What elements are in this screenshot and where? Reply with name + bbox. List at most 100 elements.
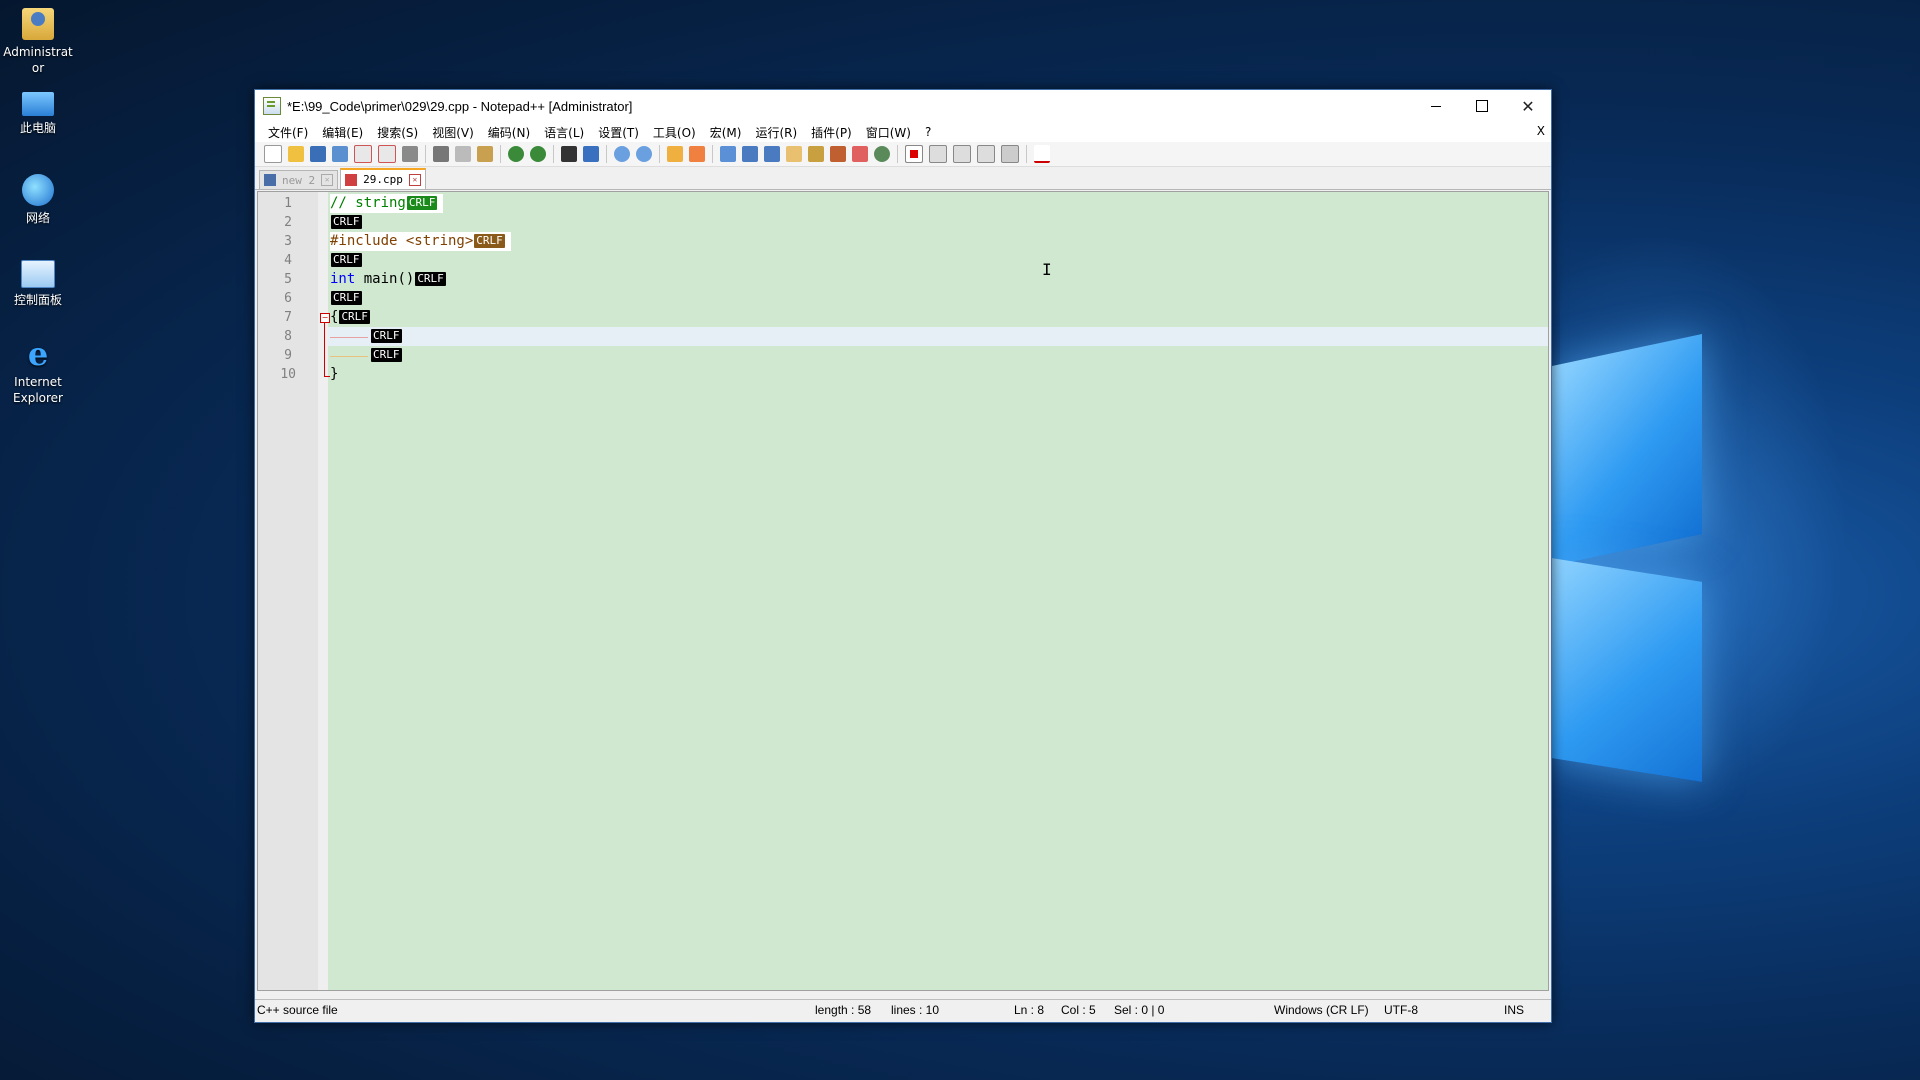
line-number: 2 — [284, 215, 292, 230]
menu-view[interactable]: 视图(V) — [425, 124, 481, 141]
monitoring-icon[interactable] — [874, 146, 890, 162]
copy-icon[interactable] — [455, 146, 471, 162]
close-all-icon[interactable] — [378, 145, 396, 163]
save-macro-icon[interactable] — [1001, 145, 1019, 163]
close-file-icon[interactable] — [354, 145, 372, 163]
user-language-icon[interactable] — [786, 146, 802, 162]
tab-bar: new 2 ✕ 29.cpp ✕ — [255, 167, 1551, 190]
menu-macro[interactable]: 宏(M) — [703, 124, 749, 141]
cut-icon[interactable] — [433, 146, 449, 162]
run-macro-multiple-icon[interactable] — [977, 145, 995, 163]
text-cursor-icon: I — [1042, 260, 1052, 279]
code-line-5: int main() CRLF — [330, 271, 446, 287]
tab-29-cpp[interactable]: 29.cpp ✕ — [340, 168, 426, 189]
record-macro-icon[interactable] — [905, 145, 923, 163]
function-list-icon[interactable] — [830, 146, 846, 162]
menu-search[interactable]: 搜索(S) — [370, 124, 425, 141]
close-button[interactable]: ✕ — [1505, 90, 1551, 122]
menu-settings[interactable]: 设置(T) — [591, 124, 646, 141]
folder-as-workspace-icon[interactable] — [852, 146, 868, 162]
notepadpp-window: *E:\99_Code\primer\029\29.cpp - Notepad+… — [254, 89, 1552, 1023]
toolbar-separator — [553, 145, 554, 163]
code-line-9: CRLF — [370, 346, 402, 365]
fold-line — [324, 323, 325, 376]
desktop-icon-internet-explorer[interactable]: e Internet Explorer — [0, 338, 76, 406]
toolbar-separator — [606, 145, 607, 163]
line-number: 10 — [280, 367, 296, 382]
editor-area[interactable]: 1 2 3 4 5 6 7 8 9 10 − // string CRLF CRL… — [257, 191, 1549, 991]
maximize-button[interactable] — [1459, 90, 1505, 122]
print-icon[interactable] — [402, 146, 418, 162]
find-icon[interactable] — [561, 146, 577, 162]
menu-plugins[interactable]: 插件(P) — [804, 124, 859, 141]
zoom-out-icon[interactable] — [636, 146, 652, 162]
menu-file[interactable]: 文件(F) — [261, 124, 315, 141]
undo-icon[interactable] — [508, 146, 524, 162]
desktop-icon-network[interactable]: 网络 — [0, 174, 76, 226]
redo-icon[interactable] — [530, 146, 546, 162]
status-lines: lines : 10 — [891, 1003, 940, 1017]
play-macro-icon[interactable] — [953, 145, 971, 163]
desktop-icon-control-panel[interactable]: 控制面板 — [0, 260, 76, 308]
line-number: 4 — [284, 253, 292, 268]
user-folder-icon — [22, 8, 54, 40]
code-line-10: } — [330, 366, 339, 382]
word-wrap-icon[interactable] — [720, 146, 736, 162]
code-line-2: CRLF — [330, 213, 362, 232]
toolbar-separator — [712, 145, 713, 163]
menu-edit[interactable]: 编辑(E) — [315, 124, 370, 141]
open-file-icon[interactable] — [288, 146, 304, 162]
status-eol-format[interactable]: Windows (CR LF) — [1274, 1003, 1369, 1017]
desktop-icon-administrator[interactable]: Administrat or — [0, 8, 76, 76]
status-insert-mode: INS — [1504, 1003, 1525, 1017]
menu-encoding[interactable]: 编码(N) — [481, 124, 537, 141]
eol-marker: CRLF — [331, 215, 362, 229]
tab-label: new 2 — [282, 173, 316, 187]
paste-icon[interactable] — [477, 146, 493, 162]
new-file-icon[interactable] — [264, 145, 282, 163]
tab-label: 29.cpp — [363, 173, 403, 186]
spell-check-icon[interactable] — [1034, 145, 1050, 163]
eol-marker: CRLF — [331, 253, 362, 267]
window-title: *E:\99_Code\primer\029\29.cpp - Notepad+… — [287, 98, 633, 114]
fold-collapse-icon[interactable]: − — [320, 313, 330, 323]
saved-file-icon — [264, 174, 276, 186]
show-all-characters-icon[interactable] — [742, 146, 758, 162]
indent-guide-icon[interactable] — [764, 146, 780, 162]
menu-tools[interactable]: 工具(O) — [646, 124, 703, 141]
title-bar[interactable]: *E:\99_Code\primer\029\29.cpp - Notepad+… — [255, 90, 1551, 122]
menu-run[interactable]: 运行(R) — [748, 124, 804, 141]
tab-close-icon[interactable]: ✕ — [321, 174, 334, 186]
save-icon[interactable] — [310, 146, 326, 162]
toolbar-separator — [659, 145, 660, 163]
eol-marker: CRLF — [406, 196, 438, 210]
sync-horizontal-icon[interactable] — [689, 146, 705, 162]
indent-guide — [330, 356, 368, 357]
desktop-icon-this-pc[interactable]: 此电脑 — [0, 92, 76, 136]
status-length: length : 58 — [815, 1003, 872, 1017]
minimize-button[interactable] — [1413, 90, 1459, 122]
menu-bar: 文件(F) 编辑(E) 搜索(S) 视图(V) 编码(N) 语言(L) 设置(T… — [255, 122, 1551, 142]
menu-window[interactable]: 窗口(W) — [859, 124, 918, 141]
document-map-icon[interactable] — [808, 146, 824, 162]
tab-new-2[interactable]: new 2 ✕ — [259, 170, 339, 189]
menu-language[interactable]: 语言(L) — [537, 124, 591, 141]
desktop-icon-label: 此电脑 — [19, 121, 56, 135]
tab-close-icon[interactable]: ✕ — [408, 173, 421, 186]
menu-help[interactable]: ? — [918, 125, 938, 139]
save-all-icon[interactable] — [332, 146, 348, 162]
status-encoding[interactable]: UTF-8 — [1384, 1003, 1418, 1017]
stop-macro-icon[interactable] — [929, 145, 947, 163]
sync-vertical-icon[interactable] — [667, 146, 683, 162]
desktop-icon-label: 控制面板 — [13, 293, 62, 307]
status-line-number: Ln : 8 — [1014, 1003, 1045, 1017]
code-text[interactable]: // string CRLF CRLF #include <string> CRLF… — [330, 192, 1548, 990]
close-icon: ✕ — [1521, 96, 1535, 116]
zoom-in-icon[interactable] — [614, 146, 630, 162]
replace-icon[interactable] — [583, 146, 599, 162]
line-number: 3 — [284, 234, 292, 249]
fold-margin — [318, 192, 328, 990]
code-line-6: CRLF — [330, 289, 362, 308]
close-document-button[interactable]: X — [1537, 124, 1545, 138]
code-line-3: #include <string> CRLF — [330, 232, 511, 251]
